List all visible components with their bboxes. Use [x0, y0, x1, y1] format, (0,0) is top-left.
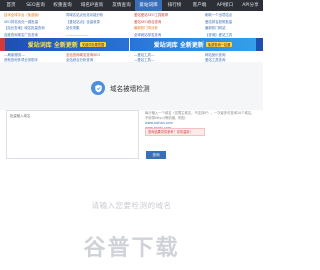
banner-subtitle: 免费查询一站通 [205, 42, 233, 47]
nav-weight-query[interactable]: 权重查询 [49, 0, 76, 11]
quick-link[interactable]: ------------------ [66, 32, 88, 38]
link-row: 百度查询报名广告查询 ------------------ 全球网站排名查询 【… [0, 32, 263, 38]
quick-link[interactable]: 最新热门网站 [205, 25, 225, 31]
nav-seo-query[interactable]: SEO查询 [22, 0, 49, 11]
quick-link[interactable]: 爱站爱站SEO工具推荐 [134, 12, 168, 18]
domain-input[interactable] [6, 110, 139, 159]
nav-ip-query[interactable]: 域名IP查询 [76, 0, 108, 11]
quick-link[interactable]: 刷新一个出境站点 [205, 12, 232, 18]
banner-title: 爱站词库 全新更新 [153, 42, 204, 49]
ad-banner-edge[interactable] [256, 38, 263, 51]
top-nav: 首页 SEO查询 权重查询 域名IP查询 友情查询 爱站词库 排行榜 客户端 A… [0, 0, 263, 11]
page-title: 域名被墙检测 [110, 85, 150, 93]
nav-keyword-library[interactable]: 爱站词库 [135, 0, 162, 11]
query-button[interactable]: 查询 [146, 151, 166, 159]
ad-banner-right[interactable]: 爱站词库 全新更新 免费查询一站通 [130, 38, 256, 51]
quick-link[interactable]: 【爱站站点】全量收录 [66, 19, 100, 25]
secondary-links: ---刷新服务--- 全站查询域名查询SEO —爱站工具— 网站竞价查询 其他查… [0, 52, 263, 62]
link-row: SEO排名优化一键批量 【爱站站点】全量收录 爱站SEO综合查询 爱站排名趋势批… [0, 19, 263, 25]
watermark-logo: 谷普下载 [83, 236, 180, 261]
nav-home[interactable]: 首页 [0, 0, 22, 11]
warning-notice: 查询结果仅供参考！请勿滥用！ [145, 128, 205, 136]
quick-link[interactable]: 站长采集 [66, 25, 80, 31]
quick-link[interactable]: 【站长查询】域名批量查询 [4, 25, 45, 31]
quick-link[interactable]: 最新热门词分析 [134, 25, 158, 31]
banner-title: 爱站词库 全新更新 [27, 42, 78, 49]
shield-icon [91, 81, 105, 95]
quick-link[interactable]: SEO排名优化一键批量 [4, 19, 38, 25]
quick-link[interactable]: 技术全球平台（免费版） [4, 12, 41, 18]
link-row: 技术全球平台（免费版） 同域名站点优化功能分析 爱站爱站SEO工具推荐 刷新一个… [0, 12, 263, 18]
quick-link[interactable]: 【查询】爱站工具 [205, 32, 232, 38]
banner-subtitle: 关键词长尾挖掘 [79, 42, 107, 47]
nav-ranking[interactable]: 排行榜 [162, 0, 187, 11]
nav-api[interactable]: API接口 [212, 0, 238, 11]
quick-link[interactable]: 百度查询报名广告查询 [4, 32, 38, 38]
quick-links: 技术全球平台（免费版） 同域名站点优化功能分析 爱站爱站SEO工具推荐 刷新一个… [0, 12, 263, 38]
watermark-placeholder: 请输入您要检测的域名 [91, 201, 172, 210]
quick-link[interactable]: 爱站SEO综合查询 [134, 19, 161, 25]
quick-link[interactable]: 爱站排名趋势批量 [205, 19, 232, 25]
nav-friend-links[interactable]: 友情查询 [108, 0, 135, 11]
help-description: 每行输入一个域名（仅限主域名，不支持IP），一次最多可查询20个域名，不用带ht… [145, 111, 255, 120]
link-row: 【站长查询】域名批量查询 站长采集 最新热门词分析 最新热门网站 [0, 25, 263, 31]
nav-client[interactable]: 客户端 [187, 0, 212, 11]
quick-link[interactable]: 同域名站点优化功能分析 [66, 12, 103, 18]
quick-link[interactable]: 全球网站排名查询 [134, 32, 161, 38]
nav-api-share[interactable]: API分享 [238, 0, 263, 11]
ad-banner-left[interactable]: 爱站词库 全新更新 关键词长尾挖掘 [5, 38, 129, 51]
